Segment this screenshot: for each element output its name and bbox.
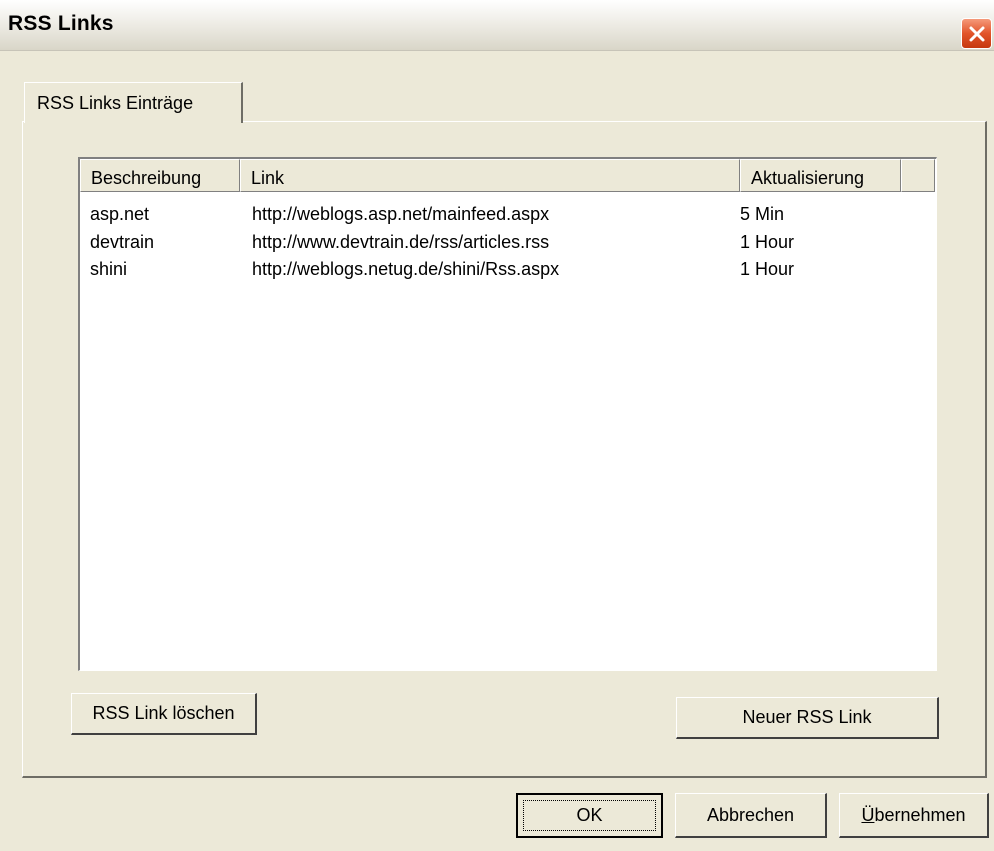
cell-aktualisierung: 5 Min	[740, 204, 785, 224]
apply-mnemonic: Ü	[861, 804, 875, 825]
title-bar[interactable]: RSS Links	[0, 0, 994, 51]
apply-label-rest: bernehmen	[874, 804, 966, 825]
focus-ring	[523, 800, 656, 831]
apply-button[interactable]: Übernehmen	[839, 793, 989, 838]
cancel-button[interactable]: Abbrechen	[675, 793, 827, 838]
column-header-beschreibung[interactable]: Beschreibung	[80, 159, 240, 192]
cell-link: http://www.devtrain.de/rss/articles.rss	[252, 232, 550, 252]
cell-beschreibung: devtrain	[90, 232, 155, 252]
cell-aktualisierung: 1 Hour	[740, 259, 795, 279]
cell-aktualisierung: 1 Hour	[740, 232, 795, 252]
column-header-link[interactable]: Link	[240, 159, 740, 192]
new-rss-link-button[interactable]: Neuer RSS Link	[676, 697, 939, 739]
cell-beschreibung: asp.net	[90, 204, 150, 224]
ok-button[interactable]: OK	[516, 793, 663, 838]
column-header-filler	[901, 159, 935, 192]
window-title: RSS Links	[8, 12, 114, 35]
tab-rss-links-eintraege[interactable]: RSS Links Einträge	[24, 82, 243, 123]
rss-links-listview[interactable]: Beschreibung Link Aktualisierung asp.net…	[78, 157, 937, 671]
delete-rss-link-button[interactable]: RSS Link löschen	[71, 693, 257, 735]
cell-link: http://weblogs.asp.net/mainfeed.aspx	[252, 204, 550, 224]
tab-label: RSS Links Einträge	[37, 93, 194, 113]
dialog-window: RSS Links RSS Links Einträge Beschreibun…	[0, 0, 994, 851]
list-item[interactable]: asp.net http://weblogs.asp.net/mainfeed.…	[80, 204, 935, 232]
close-icon	[969, 26, 984, 41]
close-button[interactable]	[961, 18, 992, 49]
cell-beschreibung: shini	[90, 259, 128, 279]
list-header: Beschreibung Link Aktualisierung	[80, 159, 935, 192]
apply-button-label: Übernehmen	[861, 805, 965, 826]
list-item[interactable]: devtrain http://www.devtrain.de/rss/arti…	[80, 232, 935, 260]
column-header-aktualisierung[interactable]: Aktualisierung	[740, 159, 901, 192]
list-item[interactable]: shini http://weblogs.netug.de/shini/Rss.…	[80, 259, 935, 287]
cell-link: http://weblogs.netug.de/shini/Rss.aspx	[252, 259, 560, 279]
